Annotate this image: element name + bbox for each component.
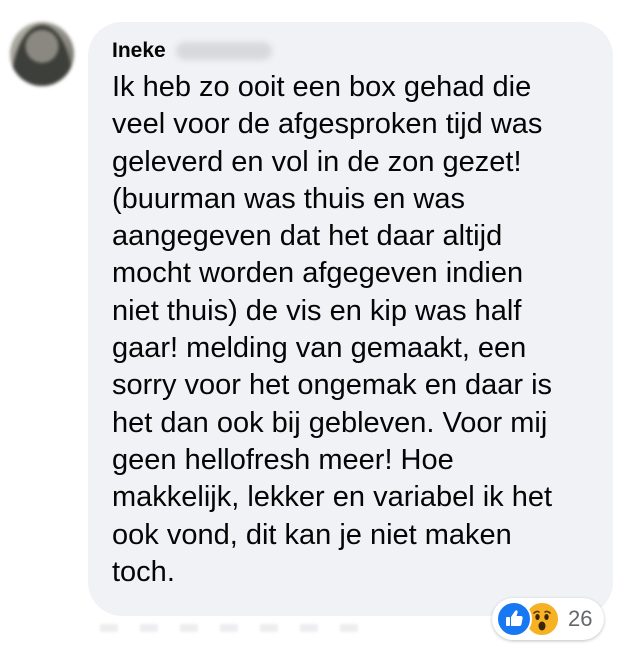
redacted-surname bbox=[175, 42, 272, 60]
comment-actions-placeholder bbox=[100, 624, 360, 632]
comment-line: ook vond, dit kan je niet maken bbox=[112, 518, 512, 551]
comment-line: niet thuis) de vis en kip was half bbox=[112, 294, 522, 327]
author-row: Ineke bbox=[112, 36, 589, 66]
comment-line: het dan ook bij gebleven. Voor mij bbox=[112, 406, 548, 439]
reaction-count: 26 bbox=[568, 606, 593, 631]
comment-line: geen hellofresh meer! Hoe bbox=[112, 443, 454, 476]
comment-line: toch. bbox=[112, 555, 175, 588]
comment-line: Ik heb zo ooit een box gehad die bbox=[112, 71, 532, 103]
comment-line: mocht worden afgegeven indien bbox=[112, 257, 524, 290]
comment-text: Ik heb zo ooit een box gehad die veel vo… bbox=[112, 69, 589, 591]
like-icon bbox=[496, 601, 532, 637]
reactions-summary[interactable]: 26 bbox=[492, 598, 605, 640]
comment-bubble: Ineke Ik heb zo ooit een box gehad die v… bbox=[88, 22, 613, 616]
comment-line: aangegeven dat het daar altijd bbox=[112, 220, 503, 253]
comment-page: Ineke Ik heb zo ooit een box gehad die v… bbox=[0, 0, 636, 658]
avatar[interactable] bbox=[10, 22, 74, 86]
author-name[interactable]: Ineke bbox=[112, 39, 166, 63]
comment-line: gaar! melding van gemaakt, een bbox=[112, 332, 527, 365]
comment-line: geleverd en vol in de zon gezet! bbox=[112, 145, 522, 178]
comment-line: veel voor de afgesproken tijd was bbox=[112, 108, 543, 141]
comment-line: sorry voor het ongemak en daar is bbox=[112, 369, 553, 402]
comment-line: makkelijk, lekker en variabel ik het bbox=[112, 481, 553, 514]
comment-line: (buurman was thuis en was bbox=[112, 182, 465, 215]
